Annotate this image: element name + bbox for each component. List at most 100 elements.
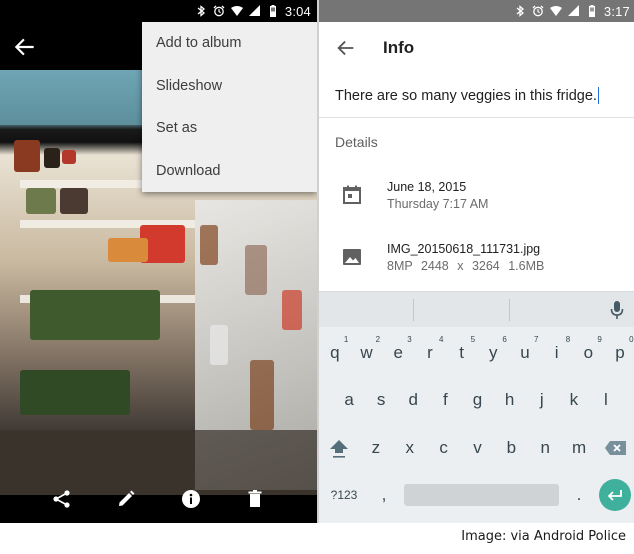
photo-action-bar [0,490,317,523]
key-row-3: z x c v b n m [319,426,634,470]
backspace-icon [604,441,626,455]
key-row-4: ?123 , . [319,473,634,517]
clock: 3:17 [603,3,630,19]
text-cursor [597,87,600,104]
key-n[interactable]: n [529,426,561,470]
key-label: w [360,343,373,362]
key-v[interactable]: v [461,426,493,470]
photo-viewer-screen: 3:04 Add to album Slideshow Set as Downl… [0,0,317,523]
key-label: r [427,343,433,362]
photo-jar [44,148,60,168]
menu-item-slideshow[interactable]: Slideshow [142,65,317,108]
key-label: t [459,343,464,362]
detail-file-row: IMG_20150618_111731.jpg 8MP 2448 x 3264 … [319,232,634,282]
key-c[interactable]: c [428,426,460,470]
key-m[interactable]: m [563,426,595,470]
edit-icon[interactable] [116,489,136,509]
key-hint: 1 [343,335,349,344]
key-hint: 2 [375,335,381,344]
battery-icon [269,5,276,17]
key-x[interactable]: x [394,426,426,470]
detail-date-row: June 18, 2015 Thursday 7:17 AM [319,170,634,220]
shift-key[interactable] [320,426,358,470]
caption-text: There are so many veggies in this fridge… [335,87,597,104]
key-hint: 4 [438,335,444,344]
delete-icon[interactable] [245,489,265,509]
key-label: i [554,343,559,362]
key-p[interactable]: p0 [605,331,634,375]
key-u[interactable]: u7 [509,331,540,375]
key-row-2: a s d f g h j k l [319,378,634,422]
info-screen: 3:17 Info There are so many veggies in t… [317,0,634,523]
page-title: Info [383,38,415,57]
key-h[interactable]: h [494,378,525,422]
key-row-1: q1 w2 e3 r4 t5 y6 u7 i8 o9 p0 [319,331,634,375]
bluetooth-icon [197,5,205,17]
backspace-key[interactable] [597,426,634,470]
key-d[interactable]: d [398,378,429,422]
key-label: e [393,343,403,362]
suggestion-slot[interactable] [510,298,604,322]
key-r[interactable]: r4 [414,331,445,375]
key-z[interactable]: z [360,426,392,470]
key-o[interactable]: o9 [573,331,604,375]
soft-keyboard: q1 w2 e3 r4 t5 y6 u7 i8 o9 p0 a s d f g … [319,291,634,523]
menu-item-download[interactable]: Download [142,150,317,193]
suggestion-slot[interactable] [414,298,508,322]
key-a[interactable]: a [334,378,365,422]
bluetooth-icon [516,5,524,17]
key-hint: 6 [502,335,507,344]
key-e[interactable]: e3 [383,331,414,375]
key-hint: 3 [407,335,412,344]
key-q[interactable]: q1 [319,331,350,375]
key-label: q [330,343,340,362]
overflow-menu: Add to album Slideshow Set as Download [142,22,317,192]
photo-container [60,188,88,214]
back-arrow-icon[interactable] [12,34,38,60]
menu-item-add-to-album[interactable]: Add to album [142,22,317,65]
screenshot-comparison: 3:04 Add to album Slideshow Set as Downl… [0,0,634,554]
key-f[interactable]: f [430,378,461,422]
signal-icon [567,5,579,16]
key-b[interactable]: b [495,426,527,470]
suggestion-strip [319,291,634,327]
microphone-icon[interactable] [604,297,630,323]
clock: 3:04 [284,3,311,19]
status-bar: 3:17 [319,0,634,22]
caption-input[interactable]: There are so many veggies in this fridge… [319,74,634,118]
key-l[interactable]: l [590,378,621,422]
wifi-icon [230,6,243,16]
calendar-icon [343,185,361,204]
key-hint: 5 [470,335,476,344]
suggestion-slot[interactable] [319,298,413,322]
key-j[interactable]: j [526,378,557,422]
info-icon[interactable] [181,489,201,509]
period-key[interactable]: . [569,473,589,517]
key-t[interactable]: t5 [446,331,477,375]
key-g[interactable]: g [462,378,493,422]
symbols-key[interactable]: ?123 [324,473,364,517]
comma-key[interactable]: , [374,473,394,517]
battery-icon [588,5,595,17]
shift-icon [329,440,348,458]
detail-file-specs: 8MP 2448 x 3264 1.6MB [387,258,545,273]
enter-key[interactable] [599,479,631,511]
back-arrow-icon[interactable] [335,37,357,59]
photo-door-overlay [195,200,317,490]
key-k[interactable]: k [558,378,589,422]
photo-container [108,238,148,262]
image-credit: Image: via Android Police [461,529,626,544]
key-w[interactable]: w2 [351,331,382,375]
menu-item-set-as[interactable]: Set as [142,107,317,150]
share-icon[interactable] [52,489,72,509]
key-s[interactable]: s [366,378,397,422]
key-i[interactable]: i8 [541,331,572,375]
key-hint: 7 [534,335,539,344]
spacebar[interactable] [404,484,559,506]
wifi-icon [549,6,562,16]
photo-jar [62,150,76,164]
key-y[interactable]: y6 [478,331,509,375]
signal-icon [248,5,260,16]
photo-jar [14,140,40,172]
photo-vegetables [20,370,130,415]
